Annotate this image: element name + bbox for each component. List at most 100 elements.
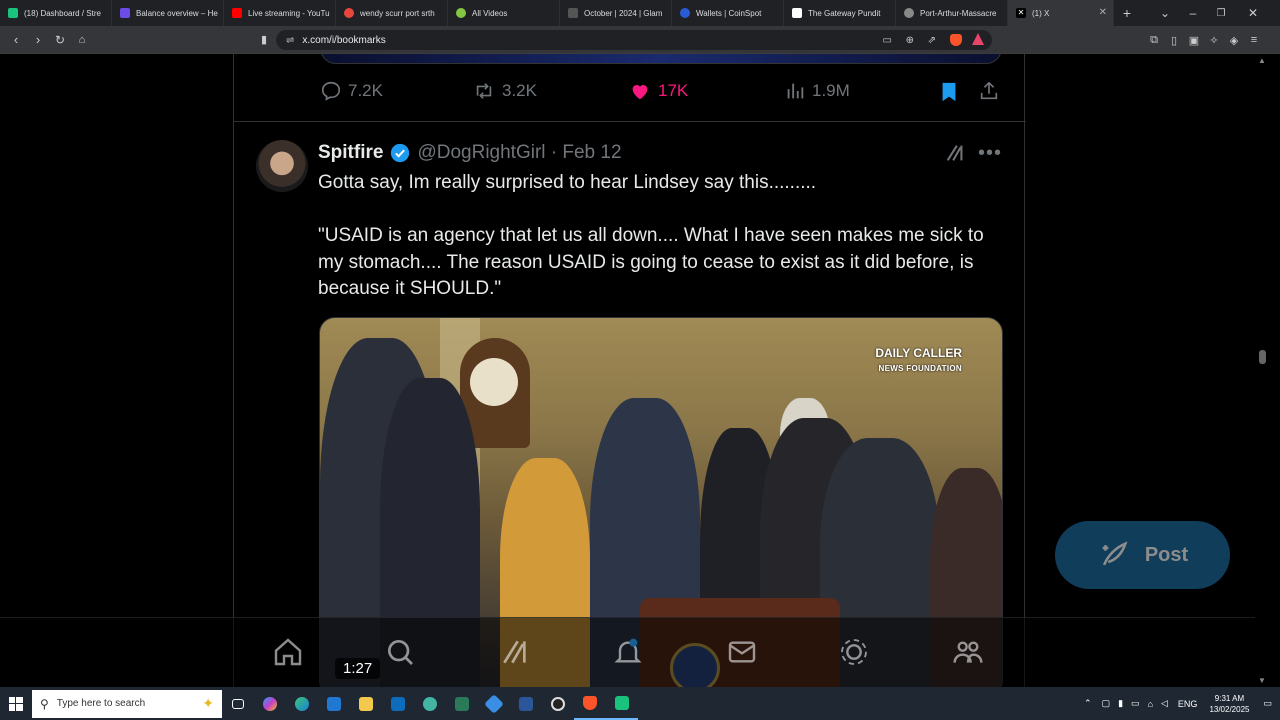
app-icon[interactable] xyxy=(510,687,542,720)
wallet-icon[interactable]: ▣ xyxy=(1186,32,1202,48)
search-highlight-icon: ✦ xyxy=(202,695,214,711)
obs-icon[interactable] xyxy=(542,687,574,720)
more-options-icon[interactable]: ••• xyxy=(978,142,1002,165)
network-icon[interactable]: ⌂ xyxy=(1148,699,1153,709)
app-icon[interactable] xyxy=(414,687,446,720)
notifications-nav-icon[interactable] xyxy=(610,634,646,670)
restore-button[interactable]: ❐ xyxy=(1208,0,1234,26)
grok-button[interactable] xyxy=(944,142,966,169)
like-count: 17K xyxy=(658,81,689,100)
views-count: 1.9M xyxy=(812,81,850,100)
task-view-icon[interactable] xyxy=(222,687,254,720)
language-indicator[interactable]: ENG xyxy=(1178,699,1198,709)
taskbar-search-box[interactable]: ⚲ Type here to search ✦ xyxy=(32,689,222,718)
reply-count: 7.2K xyxy=(348,81,383,100)
microphone-icon[interactable]: ▮ xyxy=(1118,698,1123,709)
repost-button[interactable]: 3.2K xyxy=(472,80,537,102)
post-button[interactable]: Post xyxy=(1055,521,1230,589)
people-nav-icon[interactable] xyxy=(950,634,986,670)
tray-chevron-icon[interactable]: ⌃ xyxy=(1084,698,1092,709)
store-icon[interactable] xyxy=(318,687,350,720)
browser-tab-bar: (18) Dashboard / Stre Balance overview –… xyxy=(0,0,1280,26)
back-icon[interactable]: ‹ xyxy=(6,30,26,50)
reply-button[interactable]: 7.2K xyxy=(320,80,383,102)
address-bar[interactable]: ⇌ x.com/i/bookmarks ▭ ⊕ ⇗ xyxy=(276,30,992,50)
copilot-icon[interactable] xyxy=(254,687,286,720)
brave-rewards-icon[interactable] xyxy=(972,33,984,45)
app-icon[interactable] xyxy=(446,687,478,720)
app-icon[interactable] xyxy=(606,687,638,720)
verified-badge-icon[interactable] xyxy=(389,142,411,164)
home-icon[interactable]: ⌂ xyxy=(72,30,92,50)
views-button[interactable]: 1.9M xyxy=(784,80,850,102)
battery-icon[interactable]: ▭ xyxy=(1131,698,1140,709)
outlook-icon[interactable] xyxy=(382,687,414,720)
x-logo-icon: ✕ xyxy=(1016,8,1026,18)
volume-icon[interactable]: ◁ xyxy=(1161,698,1168,709)
leo-ai-icon[interactable]: ✧ xyxy=(1206,32,1222,48)
scroll-up-arrow-icon[interactable]: ▲ xyxy=(1258,56,1266,65)
tray-app-icon[interactable]: ▢ xyxy=(1102,698,1111,709)
video-watermark: DAILY CALLER NEWS FOUNDATION xyxy=(875,346,962,373)
browser-tab[interactable]: (18) Dashboard / Stre xyxy=(0,0,112,26)
forward-icon[interactable]: › xyxy=(28,30,48,50)
sidebar-icon[interactable]: ▯ xyxy=(1166,32,1182,48)
share-icon[interactable]: ⇗ xyxy=(928,35,936,46)
tab-favicon-icon xyxy=(792,8,802,18)
previous-post-media[interactable] xyxy=(320,54,1002,64)
edge-icon[interactable] xyxy=(286,687,318,720)
browser-tab[interactable]: wendy scurr port srth xyxy=(336,0,448,26)
repost-icon xyxy=(476,83,492,99)
browser-tab[interactable]: Live streaming - YouTu xyxy=(224,0,336,26)
browser-tab[interactable]: The Gateway Pundit xyxy=(784,0,896,26)
browser-tab[interactable]: Port-Arthur-Massacre xyxy=(896,0,1008,26)
browser-tab[interactable]: Balance overview – He xyxy=(112,0,224,26)
extensions-icon[interactable]: ⧉ xyxy=(1146,32,1162,48)
site-info-icon[interactable]: ⇌ xyxy=(286,35,294,46)
windows-start-icon[interactable] xyxy=(0,687,32,720)
brave-icon[interactable] xyxy=(574,687,606,720)
close-window-button[interactable]: ✕ xyxy=(1240,0,1266,26)
author-handle-date[interactable]: @DogRightGirl · Feb 12 xyxy=(417,142,621,164)
scrollbar[interactable] xyxy=(1256,54,1270,687)
heart-icon xyxy=(632,85,648,100)
scrollbar-thumb[interactable] xyxy=(1259,350,1266,364)
browser-tab[interactable]: All Videos xyxy=(448,0,560,26)
messages-nav-icon[interactable] xyxy=(724,634,760,670)
bookmark-page-icon[interactable]: ▮ xyxy=(254,30,274,50)
post-header: Spitfire @DogRightGirl · Feb 12 xyxy=(318,142,622,164)
reload-icon[interactable]: ↻ xyxy=(50,30,70,50)
windows-taskbar: ⚲ Type here to search ✦ ⌃ ▢ ▮ ▭ ⌂ ◁ ENG … xyxy=(0,687,1280,720)
menu-icon[interactable]: ≡ xyxy=(1246,32,1262,48)
new-tab-button[interactable]: + xyxy=(1114,0,1140,26)
search-nav-icon[interactable] xyxy=(382,634,418,670)
cast-icon[interactable]: ▭ xyxy=(883,35,892,46)
minimize-button[interactable]: – xyxy=(1180,0,1206,26)
zoom-icon[interactable]: ⊕ xyxy=(906,35,914,46)
tab-favicon-icon xyxy=(456,8,466,18)
brave-shields-icon[interactable] xyxy=(950,34,962,46)
app-icon[interactable] xyxy=(478,687,510,720)
communities-nav-icon[interactable] xyxy=(836,634,872,670)
home-nav-icon[interactable] xyxy=(270,634,306,670)
browser-tab[interactable]: Wallets | CoinSpot xyxy=(672,0,784,26)
browser-tab-active[interactable]: ✕ (1) X ✕ xyxy=(1008,0,1114,26)
file-explorer-icon[interactable] xyxy=(350,687,382,720)
like-button[interactable]: 17K xyxy=(628,80,688,102)
vpn-icon[interactable]: ◈ xyxy=(1226,32,1242,48)
clock-date: 13/02/2025 xyxy=(1209,704,1250,714)
author-name[interactable]: Spitfire xyxy=(318,142,383,164)
grok-nav-icon[interactable] xyxy=(497,634,533,670)
tab-search-icon[interactable]: ⌄ xyxy=(1152,0,1178,26)
browser-tab[interactable]: October | 2024 | Glam xyxy=(560,0,672,26)
tab-favicon-icon xyxy=(568,8,578,18)
bookmark-button[interactable] xyxy=(938,80,966,104)
tab-favicon-icon xyxy=(232,8,242,18)
share-button[interactable] xyxy=(978,80,1006,102)
avatar[interactable] xyxy=(256,140,308,192)
close-tab-icon[interactable]: ✕ xyxy=(1099,7,1107,18)
scroll-down-arrow-icon[interactable]: ▼ xyxy=(1258,676,1266,685)
taskbar-clock[interactable]: 9:31 AM 13/02/2025 xyxy=(1209,693,1249,715)
notifications-icon[interactable]: ▭ xyxy=(1263,698,1272,709)
reply-icon xyxy=(321,81,341,101)
